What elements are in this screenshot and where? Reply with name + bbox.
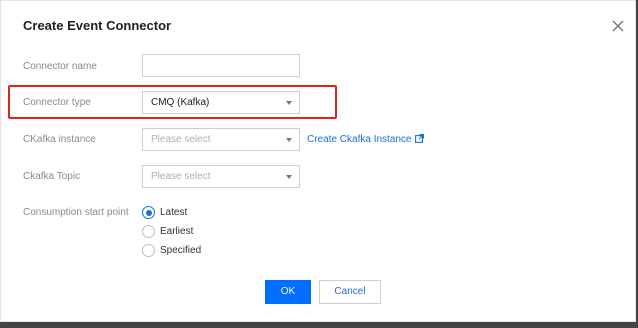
- radio-button: [142, 225, 155, 238]
- consumption-start-point-label: Consumption start point: [23, 207, 129, 218]
- connector-type-select[interactable]: CMQ (Kafka): [142, 91, 300, 114]
- connector-name-input[interactable]: [142, 54, 300, 77]
- radio-button-checked: [142, 206, 155, 219]
- ckafka-topic-select[interactable]: Please select: [142, 165, 300, 188]
- ckafka-instance-label: CKafka instance: [23, 134, 96, 145]
- radio-button: [142, 244, 155, 257]
- create-ckafka-instance-link[interactable]: Create Ckafka Instance: [307, 134, 424, 146]
- radio-specified-label: Specified: [160, 245, 202, 256]
- ckafka-instance-placeholder: Please select: [151, 134, 211, 145]
- close-icon: [612, 20, 624, 32]
- connector-type-label: Connector type: [23, 97, 91, 108]
- ckafka-instance-select[interactable]: Please select: [142, 128, 300, 151]
- cancel-button[interactable]: Cancel: [319, 280, 381, 304]
- ok-button[interactable]: OK: [265, 280, 311, 304]
- create-ckafka-instance-link-text: Create Ckafka Instance: [307, 134, 412, 145]
- radio-earliest-label: Earliest: [160, 226, 194, 237]
- create-event-connector-dialog: Create Event Connector Connector name Co…: [0, 0, 636, 322]
- external-link-icon: [414, 134, 424, 143]
- connector-type-value: CMQ (Kafka): [151, 97, 210, 108]
- chevron-down-icon: [286, 101, 292, 105]
- radio-latest-label: Latest: [160, 207, 188, 218]
- ckafka-topic-label: Ckafka Topic: [23, 171, 81, 182]
- dialog-title: Create Event Connector: [23, 18, 172, 33]
- chevron-down-icon: [286, 138, 292, 142]
- close-button[interactable]: [609, 17, 627, 35]
- ckafka-topic-placeholder: Please select: [151, 171, 211, 182]
- chevron-down-icon: [286, 175, 292, 179]
- connector-name-label: Connector name: [23, 61, 97, 72]
